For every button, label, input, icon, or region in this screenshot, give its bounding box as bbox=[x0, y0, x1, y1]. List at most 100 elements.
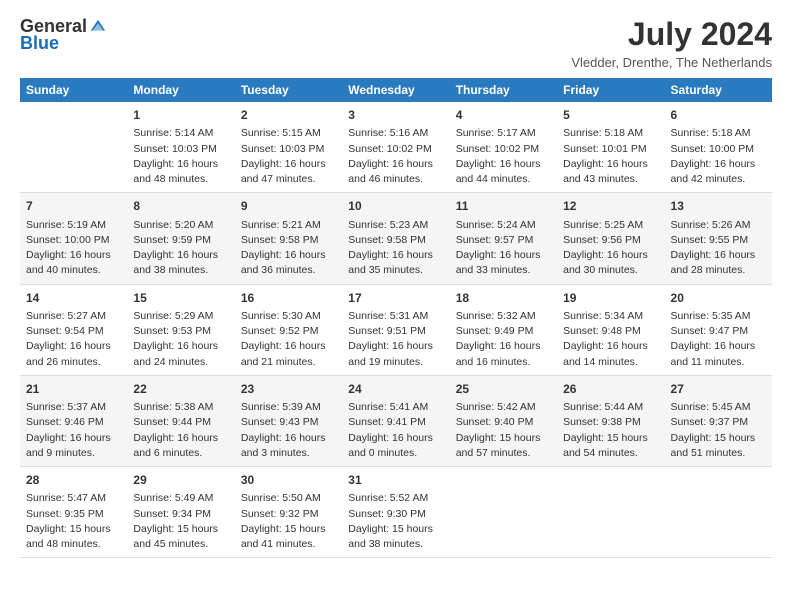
day-number: 12 bbox=[563, 198, 658, 215]
day-number: 25 bbox=[456, 381, 551, 398]
day-number: 2 bbox=[241, 107, 336, 124]
calendar-cell: 7 Sunrise: 5:19 AM Sunset: 10:00 PM Dayli… bbox=[20, 193, 127, 284]
calendar-week-row: 7 Sunrise: 5:19 AM Sunset: 10:00 PM Dayli… bbox=[20, 193, 772, 284]
calendar-cell: 5 Sunrise: 5:18 AM Sunset: 10:01 PM Dayli… bbox=[557, 102, 664, 193]
logo: General Blue bbox=[20, 16, 107, 54]
cell-text: Sunrise: 5:17 AM Sunset: 10:02 PM Daylig… bbox=[456, 126, 551, 187]
column-header-monday: Monday bbox=[127, 78, 234, 102]
calendar-cell: 19Sunrise: 5:34 AM Sunset: 9:48 PM Dayli… bbox=[557, 284, 664, 375]
cell-text: Sunrise: 5:16 AM Sunset: 10:02 PM Daylig… bbox=[348, 126, 443, 187]
day-number: 5 bbox=[563, 107, 658, 124]
column-header-friday: Friday bbox=[557, 78, 664, 102]
day-number: 3 bbox=[348, 107, 443, 124]
calendar-cell: 17 Sunrise: 5:31 AM Sunset: 9:51 PM Dayli… bbox=[342, 284, 449, 375]
day-number: 22 bbox=[133, 381, 228, 398]
day-number: 24 bbox=[348, 381, 443, 398]
calendar-cell: 18 Sunrise: 5:32 AM Sunset: 9:49 PM Dayli… bbox=[450, 284, 557, 375]
cell-text: Sunrise: 5:38 AM Sunset: 9:44 PM Dayligh… bbox=[133, 400, 228, 461]
calendar-cell: 28 Sunrise: 5:47 AM Sunset: 9:35 PM Dayli… bbox=[20, 467, 127, 558]
calendar-cell bbox=[450, 467, 557, 558]
day-number: 30 bbox=[241, 472, 336, 489]
cell-text: Sunrise: 5:31 AM Sunset: 9:51 PM Dayligh… bbox=[348, 309, 443, 370]
calendar-cell bbox=[20, 102, 127, 193]
day-number: 20 bbox=[671, 290, 766, 307]
day-number: 6 bbox=[671, 107, 766, 124]
cell-text: Sunrise: 5:25 AM Sunset: 9:56 PM Dayligh… bbox=[563, 218, 658, 279]
day-number: 10 bbox=[348, 198, 443, 215]
cell-text: Sunrise: 5:26 AM Sunset: 9:55 PM Dayligh… bbox=[671, 218, 766, 279]
day-number: 27 bbox=[671, 381, 766, 398]
day-number: 29 bbox=[133, 472, 228, 489]
calendar-cell: 15 Sunrise: 5:29 AM Sunset: 9:53 PM Dayli… bbox=[127, 284, 234, 375]
calendar-cell: 14 Sunrise: 5:27 AM Sunset: 9:54 PM Dayli… bbox=[20, 284, 127, 375]
cell-text: Sunrise: 5:52 AM Sunset: 9:30 PM Dayligh… bbox=[348, 491, 443, 552]
calendar-cell: 21Sunrise: 5:37 AM Sunset: 9:46 PM Dayli… bbox=[20, 375, 127, 466]
cell-text: Sunrise: 5:23 AM Sunset: 9:58 PM Dayligh… bbox=[348, 218, 443, 279]
calendar-cell: 30 Sunrise: 5:50 AM Sunset: 9:32 PM Dayli… bbox=[235, 467, 342, 558]
cell-text: Sunrise: 5:14 AM Sunset: 10:03 PM Daylig… bbox=[133, 126, 228, 187]
calendar-cell: 24 Sunrise: 5:41 AM Sunset: 9:41 PM Dayli… bbox=[342, 375, 449, 466]
calendar-cell: 2Sunrise: 5:15 AM Sunset: 10:03 PM Dayli… bbox=[235, 102, 342, 193]
calendar-cell: 31 Sunrise: 5:52 AM Sunset: 9:30 PM Dayli… bbox=[342, 467, 449, 558]
day-number: 7 bbox=[26, 198, 121, 215]
day-number: 23 bbox=[241, 381, 336, 398]
calendar-cell: 12 Sunrise: 5:25 AM Sunset: 9:56 PM Dayli… bbox=[557, 193, 664, 284]
day-number: 26 bbox=[563, 381, 658, 398]
calendar-cell: 26 Sunrise: 5:44 AM Sunset: 9:38 PM Dayli… bbox=[557, 375, 664, 466]
calendar-cell: 13Sunrise: 5:26 AM Sunset: 9:55 PM Dayli… bbox=[665, 193, 772, 284]
cell-text: Sunrise: 5:50 AM Sunset: 9:32 PM Dayligh… bbox=[241, 491, 336, 552]
calendar-header-row: SundayMondayTuesdayWednesdayThursdayFrid… bbox=[20, 78, 772, 102]
cell-text: Sunrise: 5:24 AM Sunset: 9:57 PM Dayligh… bbox=[456, 218, 551, 279]
cell-text: Sunrise: 5:32 AM Sunset: 9:49 PM Dayligh… bbox=[456, 309, 551, 370]
day-number: 17 bbox=[348, 290, 443, 307]
calendar-week-row: 28 Sunrise: 5:47 AM Sunset: 9:35 PM Dayli… bbox=[20, 467, 772, 558]
cell-text: Sunrise: 5:44 AM Sunset: 9:38 PM Dayligh… bbox=[563, 400, 658, 461]
cell-text: Sunrise: 5:19 AM Sunset: 10:00 PM Daylig… bbox=[26, 218, 121, 279]
calendar-cell: 9 Sunrise: 5:21 AM Sunset: 9:58 PM Daylig… bbox=[235, 193, 342, 284]
logo-icon bbox=[89, 18, 107, 36]
cell-text: Sunrise: 5:21 AM Sunset: 9:58 PM Dayligh… bbox=[241, 218, 336, 279]
cell-text: Sunrise: 5:20 AM Sunset: 9:59 PM Dayligh… bbox=[133, 218, 228, 279]
header: General Blue July 2024 Vledder, Drenthe,… bbox=[20, 16, 772, 70]
calendar-cell: 22 Sunrise: 5:38 AM Sunset: 9:44 PM Dayli… bbox=[127, 375, 234, 466]
column-header-wednesday: Wednesday bbox=[342, 78, 449, 102]
cell-text: Sunrise: 5:29 AM Sunset: 9:53 PM Dayligh… bbox=[133, 309, 228, 370]
logo-blue-text: Blue bbox=[20, 33, 59, 54]
cell-text: Sunrise: 5:47 AM Sunset: 9:35 PM Dayligh… bbox=[26, 491, 121, 552]
cell-text: Sunrise: 5:18 AM Sunset: 10:01 PM Daylig… bbox=[563, 126, 658, 187]
column-header-tuesday: Tuesday bbox=[235, 78, 342, 102]
cell-text: Sunrise: 5:35 AM Sunset: 9:47 PM Dayligh… bbox=[671, 309, 766, 370]
day-number: 31 bbox=[348, 472, 443, 489]
column-header-sunday: Sunday bbox=[20, 78, 127, 102]
calendar-cell: 16Sunrise: 5:30 AM Sunset: 9:52 PM Dayli… bbox=[235, 284, 342, 375]
month-title: July 2024 bbox=[571, 16, 772, 53]
calendar-cell: 8 Sunrise: 5:20 AM Sunset: 9:59 PM Daylig… bbox=[127, 193, 234, 284]
cell-text: Sunrise: 5:39 AM Sunset: 9:43 PM Dayligh… bbox=[241, 400, 336, 461]
cell-text: Sunrise: 5:27 AM Sunset: 9:54 PM Dayligh… bbox=[26, 309, 121, 370]
day-number: 8 bbox=[133, 198, 228, 215]
calendar-cell: 20 Sunrise: 5:35 AM Sunset: 9:47 PM Dayli… bbox=[665, 284, 772, 375]
day-number: 14 bbox=[26, 290, 121, 307]
day-number: 18 bbox=[456, 290, 551, 307]
column-header-thursday: Thursday bbox=[450, 78, 557, 102]
calendar-cell bbox=[665, 467, 772, 558]
calendar-week-row: 14 Sunrise: 5:27 AM Sunset: 9:54 PM Dayli… bbox=[20, 284, 772, 375]
location: Vledder, Drenthe, The Netherlands bbox=[571, 55, 772, 70]
calendar-cell: 25 Sunrise: 5:42 AM Sunset: 9:40 PM Dayli… bbox=[450, 375, 557, 466]
calendar-week-row: 1Sunrise: 5:14 AM Sunset: 10:03 PM Dayli… bbox=[20, 102, 772, 193]
calendar-week-row: 21Sunrise: 5:37 AM Sunset: 9:46 PM Dayli… bbox=[20, 375, 772, 466]
cell-text: Sunrise: 5:42 AM Sunset: 9:40 PM Dayligh… bbox=[456, 400, 551, 461]
day-number: 9 bbox=[241, 198, 336, 215]
day-number: 19 bbox=[563, 290, 658, 307]
cell-text: Sunrise: 5:41 AM Sunset: 9:41 PM Dayligh… bbox=[348, 400, 443, 461]
calendar-cell: 10 Sunrise: 5:23 AM Sunset: 9:58 PM Dayli… bbox=[342, 193, 449, 284]
cell-text: Sunrise: 5:18 AM Sunset: 10:00 PM Daylig… bbox=[671, 126, 766, 187]
day-number: 11 bbox=[456, 198, 551, 215]
cell-text: Sunrise: 5:49 AM Sunset: 9:34 PM Dayligh… bbox=[133, 491, 228, 552]
calendar-cell: 4Sunrise: 5:17 AM Sunset: 10:02 PM Dayli… bbox=[450, 102, 557, 193]
day-number: 15 bbox=[133, 290, 228, 307]
calendar-cell: 1Sunrise: 5:14 AM Sunset: 10:03 PM Dayli… bbox=[127, 102, 234, 193]
cell-text: Sunrise: 5:37 AM Sunset: 9:46 PM Dayligh… bbox=[26, 400, 121, 461]
calendar-cell bbox=[557, 467, 664, 558]
day-number: 28 bbox=[26, 472, 121, 489]
